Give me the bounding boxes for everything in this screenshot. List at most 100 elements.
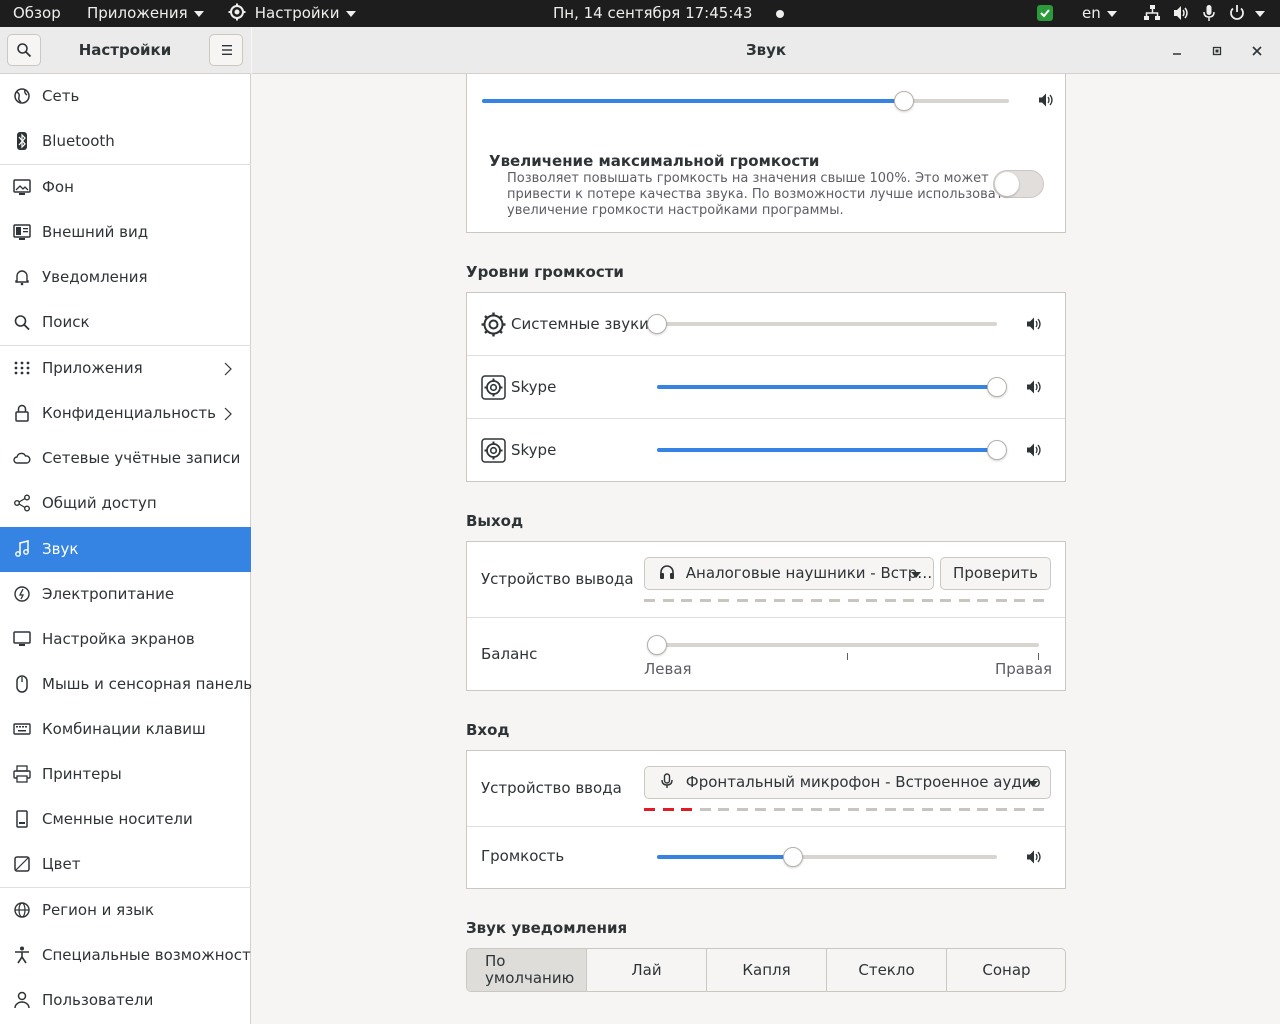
sidebar-item-accessibility[interactable]: Специальные возможности (0, 933, 260, 978)
sidebar-item-background[interactable]: Фон (0, 165, 251, 210)
level-segment (958, 599, 970, 602)
sidebar-item-power[interactable]: Электропитание (0, 572, 251, 617)
sidebar-item-sound[interactable]: Звук (0, 527, 251, 572)
sidebar-item-sharing[interactable]: Общий доступ (0, 481, 251, 526)
search-button[interactable] (7, 34, 41, 66)
balance-slider[interactable] (647, 635, 1039, 655)
keyboard-layout-indicator[interactable]: en (1082, 0, 1117, 27)
level-segment (773, 808, 785, 811)
system-menu-chevron-icon[interactable] (1255, 11, 1265, 17)
alert-option-glass[interactable]: Стекло (827, 949, 947, 991)
top-bar: Обзор Приложения Настройки Пн, 14 сентяб… (0, 0, 1280, 27)
volume-row-system-sounds: Системные звуки (467, 293, 1065, 356)
input-device-dropdown[interactable]: Фронтальный микрофон - Встроенное аудио (644, 766, 1051, 799)
sidebar-item-region-language[interactable]: Регион и язык (0, 888, 251, 933)
sidebar-item-label: Конфиденциальность (42, 404, 217, 422)
sidebar-item-label: Сетевые учётные записи (42, 449, 241, 467)
slider-knob[interactable] (894, 91, 914, 111)
network-wired-icon[interactable] (1143, 4, 1161, 22)
level-segment (995, 599, 1007, 602)
apps-menu-button[interactable]: Приложения (87, 0, 204, 27)
level-segment (977, 808, 988, 811)
keyboard-icon (13, 723, 31, 735)
maximize-icon[interactable] (1205, 39, 1229, 63)
sidebar-item-network[interactable]: Сеть (0, 74, 251, 119)
sidebar-item-applications[interactable]: Приложения (0, 346, 251, 391)
sidebar-item-removable-media[interactable]: Сменные носители (0, 797, 251, 842)
system-sounds-volume-slider[interactable] (647, 314, 997, 334)
level-segment (662, 808, 674, 811)
color-icon (14, 856, 30, 872)
level-segment (921, 599, 933, 602)
level-segment (847, 599, 859, 602)
level-segment (644, 808, 655, 811)
level-segment (755, 599, 766, 602)
sidebar-item-users[interactable]: Пользователи (0, 978, 251, 1023)
sidebar-item-keyboard-shortcuts[interactable]: Комбинации клавиш (0, 707, 251, 752)
overamplification-toggle[interactable] (993, 170, 1044, 198)
users-icon (14, 991, 30, 1009)
mouse-icon (16, 675, 28, 693)
alert-sound-title: Звук уведомления (466, 919, 628, 937)
level-segment (699, 808, 711, 811)
main-menu-button[interactable] (209, 34, 243, 66)
sidebar-item-search[interactable]: Поиск (0, 300, 251, 345)
level-segment (903, 808, 914, 811)
test-speakers-button[interactable]: Проверить (940, 557, 1051, 590)
level-segment (644, 599, 655, 602)
clock[interactable]: Пн, 14 сентября 17:45:43 (553, 0, 785, 27)
activities-button[interactable]: Обзор (13, 0, 61, 27)
sidebar-item-bluetooth[interactable]: Bluetooth (0, 119, 251, 164)
sidebar-item-label: Общий доступ (42, 494, 157, 512)
power-icon[interactable] (1228, 4, 1246, 22)
alert-option-drip[interactable]: Капля (707, 949, 827, 991)
level-segment (773, 599, 785, 602)
sidebar-item-label: Приложения (42, 359, 143, 377)
settings-app-menu[interactable]: Настройки (228, 0, 356, 27)
input-volume-slider[interactable] (657, 847, 997, 867)
level-segment (884, 599, 896, 602)
skype-volume-slider[interactable] (657, 377, 1007, 397)
bluetooth-icon (17, 132, 27, 150)
chevron-down-icon (1028, 781, 1038, 787)
sidebar-item-mouse-touchpad[interactable]: Мышь и сенсорная панель (0, 662, 252, 707)
master-volume-slider[interactable] (482, 91, 1009, 111)
slider-knob[interactable] (647, 635, 667, 655)
sidebar-item-notifications[interactable]: Уведомления (0, 255, 251, 300)
sidebar-item-label: Внешний вид (42, 223, 149, 241)
chevron-down-icon (193, 10, 204, 17)
sidebar-item-online-accounts[interactable]: Сетевые учётные записи (0, 436, 251, 481)
slider-knob[interactable] (987, 377, 1007, 397)
sidebar-item-appearance[interactable]: Внешний вид (0, 210, 251, 255)
slider-fill (482, 99, 904, 103)
level-segment (718, 808, 729, 811)
minimize-icon[interactable] (1165, 39, 1189, 63)
level-segment (995, 808, 1007, 811)
update-shield-icon[interactable] (1036, 4, 1054, 22)
output-device-dropdown[interactable]: Аналоговые наушники - Встр… (644, 557, 934, 590)
settings-app-label: Настройки (254, 4, 340, 22)
close-icon[interactable] (1245, 39, 1269, 63)
level-segment (847, 808, 859, 811)
removable-media-icon (16, 810, 28, 828)
slider-knob[interactable] (647, 314, 667, 334)
alert-option-sonar[interactable]: Сонар (947, 949, 1065, 991)
slider-knob[interactable] (783, 847, 803, 867)
alert-option-default[interactable]: По умолчанию (467, 949, 587, 991)
sidebar-item-displays[interactable]: Настройка экранов (0, 617, 251, 662)
volume-icon[interactable] (1172, 4, 1190, 22)
sidebar-item-printers[interactable]: Принтеры (0, 752, 251, 797)
sidebar-item-color[interactable]: Цвет (0, 842, 251, 887)
balance-center-mark (847, 653, 848, 660)
sidebar-item-privacy[interactable]: Конфиденциальность (0, 391, 251, 436)
slider-knob[interactable] (987, 440, 1007, 460)
input-volume-label: Громкость (481, 847, 565, 865)
headphones-icon (660, 565, 674, 579)
level-segment (921, 808, 933, 811)
chevron-down-icon (1106, 10, 1117, 17)
level-segment (810, 599, 822, 602)
skype-volume-slider[interactable] (657, 440, 1007, 460)
microphone-icon[interactable] (1200, 4, 1218, 22)
sidebar-item-label: Регион и язык (42, 901, 155, 919)
alert-option-bark[interactable]: Лай (587, 949, 707, 991)
